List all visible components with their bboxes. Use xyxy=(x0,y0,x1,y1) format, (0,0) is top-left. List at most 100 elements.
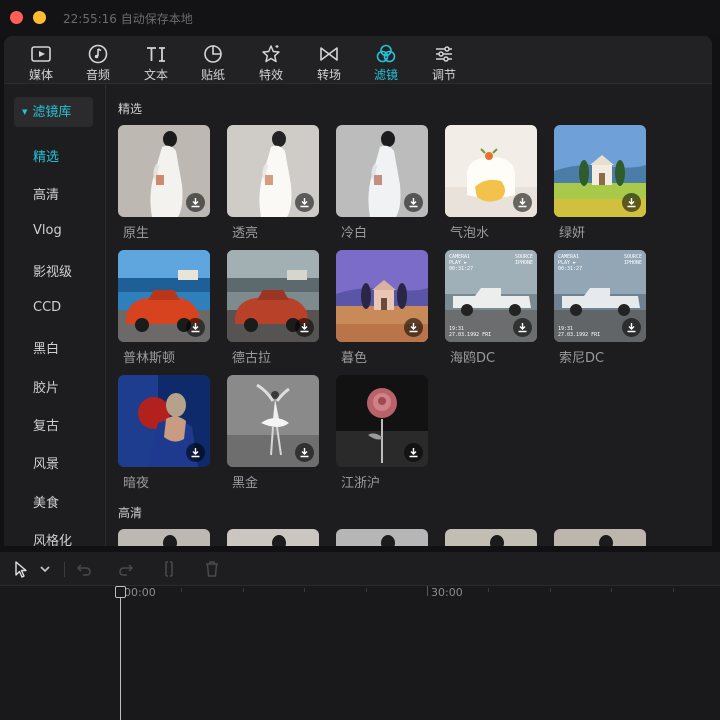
tab-transitions[interactable]: 转场 xyxy=(306,40,352,82)
thumb-text-timecode: 00:31:27 xyxy=(449,266,473,272)
ruler-tick xyxy=(181,588,182,592)
filter-name: 绿妍 xyxy=(559,226,586,241)
section-title-featured: 精选 xyxy=(118,102,143,116)
filter-card-hd-5[interactable] xyxy=(554,529,646,546)
close-window-button[interactable] xyxy=(10,11,23,24)
filter-card-jiangzhehu[interactable]: 江浙沪 xyxy=(336,375,428,491)
filter-name: 黑金 xyxy=(232,476,259,491)
download-button[interactable] xyxy=(295,318,314,337)
download-button[interactable] xyxy=(513,193,532,212)
download-button[interactable] xyxy=(186,318,205,337)
sidebar-item-black-white[interactable]: 黑白 xyxy=(33,338,59,357)
split-button[interactable] xyxy=(159,559,179,579)
download-button[interactable] xyxy=(404,193,423,212)
download-icon xyxy=(191,198,200,208)
filter-card-princeton[interactable]: 普林斯顿 xyxy=(118,250,210,366)
redo-button[interactable] xyxy=(116,559,136,579)
filter-name: 德古拉 xyxy=(232,351,272,366)
filter-thumbnail xyxy=(227,529,319,546)
filter-card-dusk[interactable]: 暮色 xyxy=(336,250,428,366)
tab-filters[interactable]: 滤镜 xyxy=(363,40,409,82)
sidebar-item-landscape[interactable]: 风景 xyxy=(33,453,59,472)
thumb-text-device: IPHONE xyxy=(624,260,642,266)
filter-name: 索尼DC xyxy=(559,351,605,366)
download-button[interactable] xyxy=(404,443,423,462)
filter-card-hd-4[interactable] xyxy=(445,529,537,546)
filter-card-bubble-water[interactable]: 气泡水 xyxy=(445,125,537,241)
filter-card-black-gold[interactable]: 黑金 xyxy=(227,375,319,491)
download-button[interactable] xyxy=(622,193,641,212)
sidebar-item-retro[interactable]: 复古 xyxy=(33,415,59,434)
playhead-line[interactable] xyxy=(120,586,121,720)
filter-card-seagull-dc[interactable]: CAMERA1 PLAY ► 00:31:27 SOURCE IPHONE 19… xyxy=(445,250,537,366)
filter-card-hd-3[interactable] xyxy=(336,529,428,546)
sidebar-item-featured[interactable]: 精选 xyxy=(33,146,59,165)
filter-thumbnail xyxy=(554,125,646,217)
sidebar-item-cinematic[interactable]: 影视级 xyxy=(33,261,72,280)
filter-card-dark-night[interactable]: 暗夜 xyxy=(118,375,210,491)
download-button[interactable] xyxy=(513,318,532,337)
filter-thumbnail xyxy=(445,125,537,217)
filter-card-sony-dc[interactable]: CAMERA1 PLAY ► 00:31:27 SOURCE IPHONE 19… xyxy=(554,250,646,366)
filter-thumbnail: CAMERA1 PLAY ► 00:31:27 SOURCE IPHONE 19… xyxy=(554,250,646,342)
filter-name: 暗夜 xyxy=(123,476,150,491)
ruler-tick xyxy=(366,588,367,592)
ruler-label-30: 30:00 xyxy=(431,586,463,599)
filter-name: 气泡水 xyxy=(450,226,490,241)
ruler-tick xyxy=(488,588,489,592)
filter-card-hd-2[interactable] xyxy=(227,529,319,546)
sidebar-item-vlog[interactable]: Vlog xyxy=(33,223,62,238)
time-ruler[interactable]: 00:00 30:00 xyxy=(0,586,720,602)
filter-card-cool-white[interactable]: 冷白 xyxy=(336,125,428,241)
download-icon xyxy=(409,198,418,208)
sidebar-item-food[interactable]: 美食 xyxy=(33,492,59,511)
download-button[interactable] xyxy=(404,318,423,337)
download-button[interactable] xyxy=(186,443,205,462)
filter-card-green-glow[interactable]: 绿妍 xyxy=(554,125,646,241)
sidebar-item-film[interactable]: 胶片 xyxy=(33,377,59,396)
tab-text[interactable]: 文本 xyxy=(133,40,179,82)
select-mode-dropdown[interactable] xyxy=(35,559,55,579)
filter-card-clear[interactable]: 透亮 xyxy=(227,125,319,241)
sidebar-item-stylized[interactable]: 风格化 xyxy=(33,530,72,546)
download-button[interactable] xyxy=(622,318,641,337)
tab-stickers[interactable]: 贴纸 xyxy=(190,40,236,82)
download-button[interactable] xyxy=(295,193,314,212)
download-icon xyxy=(409,323,418,333)
play-media-icon xyxy=(31,46,51,62)
filter-thumbnail xyxy=(445,529,537,546)
timeline-panel: 00:00 30:00 xyxy=(0,552,720,720)
download-button[interactable] xyxy=(186,193,205,212)
filter-library-header[interactable]: ▼ 滤镜库 xyxy=(14,97,93,127)
undo-button[interactable] xyxy=(74,559,94,579)
tab-audio[interactable]: 音频 xyxy=(75,40,121,82)
download-button[interactable] xyxy=(295,443,314,462)
filter-name: 原生 xyxy=(123,226,150,241)
filter-thumbnail xyxy=(336,529,428,546)
playhead-handle[interactable] xyxy=(115,586,126,598)
select-tool-button[interactable] xyxy=(11,559,31,579)
text-TI-icon xyxy=(147,47,165,62)
tab-adjust[interactable]: 调节 xyxy=(421,40,467,82)
download-icon xyxy=(300,323,309,333)
filter-thumbnail xyxy=(227,375,319,467)
minimize-window-button[interactable] xyxy=(33,11,46,24)
filter-name: 暮色 xyxy=(341,351,368,366)
delete-button[interactable] xyxy=(202,559,222,579)
filter-card-original[interactable]: 原生 xyxy=(118,125,210,241)
ruler-major-tick xyxy=(427,586,428,596)
sliders-icon xyxy=(436,46,452,62)
download-icon xyxy=(191,448,200,458)
download-icon xyxy=(518,198,527,208)
tab-effects[interactable]: 特效 xyxy=(248,40,294,82)
tab-media[interactable]: 媒体 xyxy=(18,40,64,82)
filter-thumbnail: CAMERA1 PLAY ► 00:31:27 SOURCE IPHONE 19… xyxy=(445,250,537,342)
ruler-label-start: 00:00 xyxy=(124,586,156,599)
thumb-text-timecode: 00:31:27 xyxy=(558,266,582,272)
filter-thumbnail xyxy=(227,125,319,217)
filter-card-hd-1[interactable] xyxy=(118,529,210,546)
star-effect-icon xyxy=(262,45,280,63)
sidebar-item-hd[interactable]: 高清 xyxy=(33,184,59,203)
filter-card-dracula[interactable]: 德古拉 xyxy=(227,250,319,366)
sidebar-item-ccd[interactable]: CCD xyxy=(33,300,61,315)
